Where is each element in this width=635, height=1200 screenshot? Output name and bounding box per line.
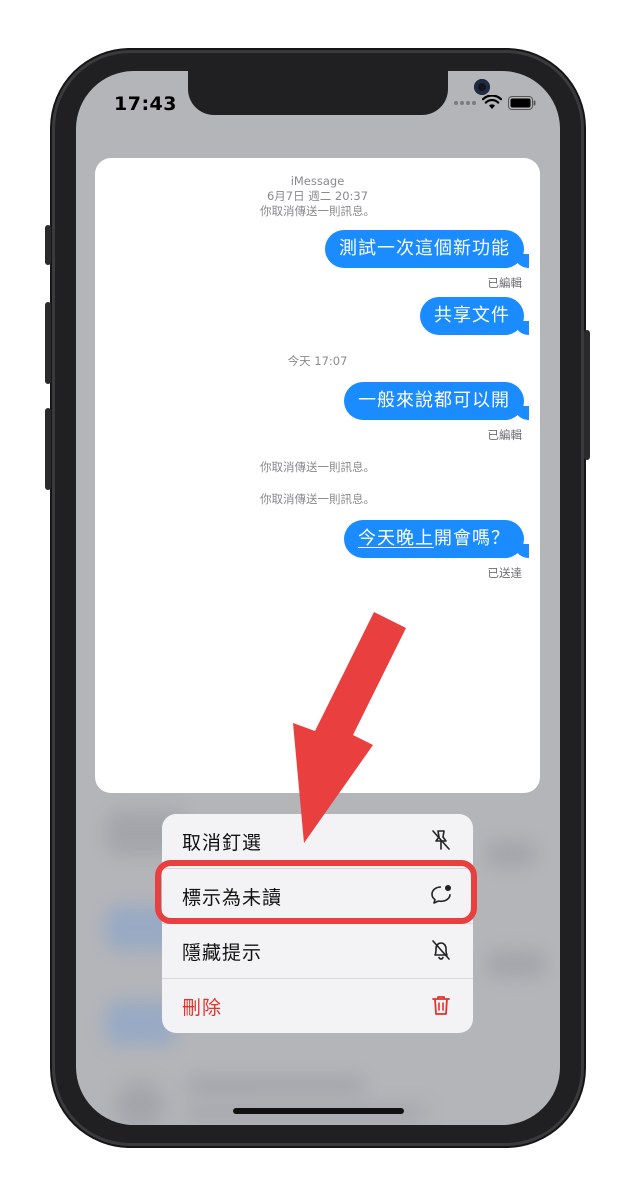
trash-icon bbox=[432, 996, 450, 1015]
screen: 17:43 iMessage 6月7日 週二 20:37 你取消傳送一則訊息。 … bbox=[76, 71, 560, 1125]
wifi-icon bbox=[482, 95, 502, 109]
notch bbox=[188, 71, 490, 115]
signal-icon bbox=[454, 100, 476, 105]
unsent-notice: 你取消傳送一則訊息。 bbox=[260, 204, 375, 218]
unsent-notice: 你取消傳送一則訊息。 bbox=[260, 492, 375, 506]
menu-item-label: 取消釘選 bbox=[182, 832, 263, 854]
detected-date-link[interactable]: 今天晚上 bbox=[358, 528, 434, 549]
delivered-label: 已送達 bbox=[487, 566, 523, 580]
timestamp: 6月7日 週二 20:37 bbox=[266, 189, 369, 203]
menu-item-hide-alerts[interactable]: 隱藏提示 bbox=[162, 924, 473, 978]
menu-item-label: 隱藏提示 bbox=[182, 942, 263, 964]
message-bubble[interactable]: 今天晚上開會嗎？ bbox=[344, 520, 529, 558]
edited-label: 已編輯 bbox=[487, 276, 523, 290]
volume-up-button bbox=[45, 302, 51, 384]
message-bubble[interactable]: 一般來說都可以開 bbox=[344, 382, 529, 420]
volume-down-button bbox=[45, 408, 51, 490]
message-bubble[interactable]: 測試一次這個新功能 bbox=[325, 230, 529, 268]
annotation-highlight-box bbox=[155, 860, 477, 924]
home-indicator[interactable] bbox=[233, 1108, 404, 1114]
unpin-icon bbox=[432, 830, 450, 850]
message-text: 開會嗎？ bbox=[434, 528, 510, 549]
message-bubble[interactable]: 共享文件 bbox=[420, 297, 529, 335]
status-time: 17:43 bbox=[114, 93, 177, 115]
status-icons bbox=[454, 95, 536, 110]
message-preview-card: iMessage 6月7日 週二 20:37 你取消傳送一則訊息。 測試一次這個… bbox=[95, 158, 540, 793]
battery-icon bbox=[508, 95, 536, 110]
unsent-notice: 你取消傳送一則訊息。 bbox=[260, 460, 375, 474]
menu-item-delete[interactable]: 刪除 bbox=[162, 979, 473, 1033]
power-button bbox=[584, 330, 590, 460]
timestamp: 今天 17:07 bbox=[287, 354, 348, 368]
mute-switch bbox=[45, 225, 51, 265]
edited-label: 已編輯 bbox=[487, 428, 523, 442]
service-label: iMessage bbox=[290, 174, 345, 188]
menu-item-label: 刪除 bbox=[182, 997, 223, 1019]
bell-slash-icon bbox=[432, 940, 450, 960]
front-camera bbox=[474, 79, 490, 95]
